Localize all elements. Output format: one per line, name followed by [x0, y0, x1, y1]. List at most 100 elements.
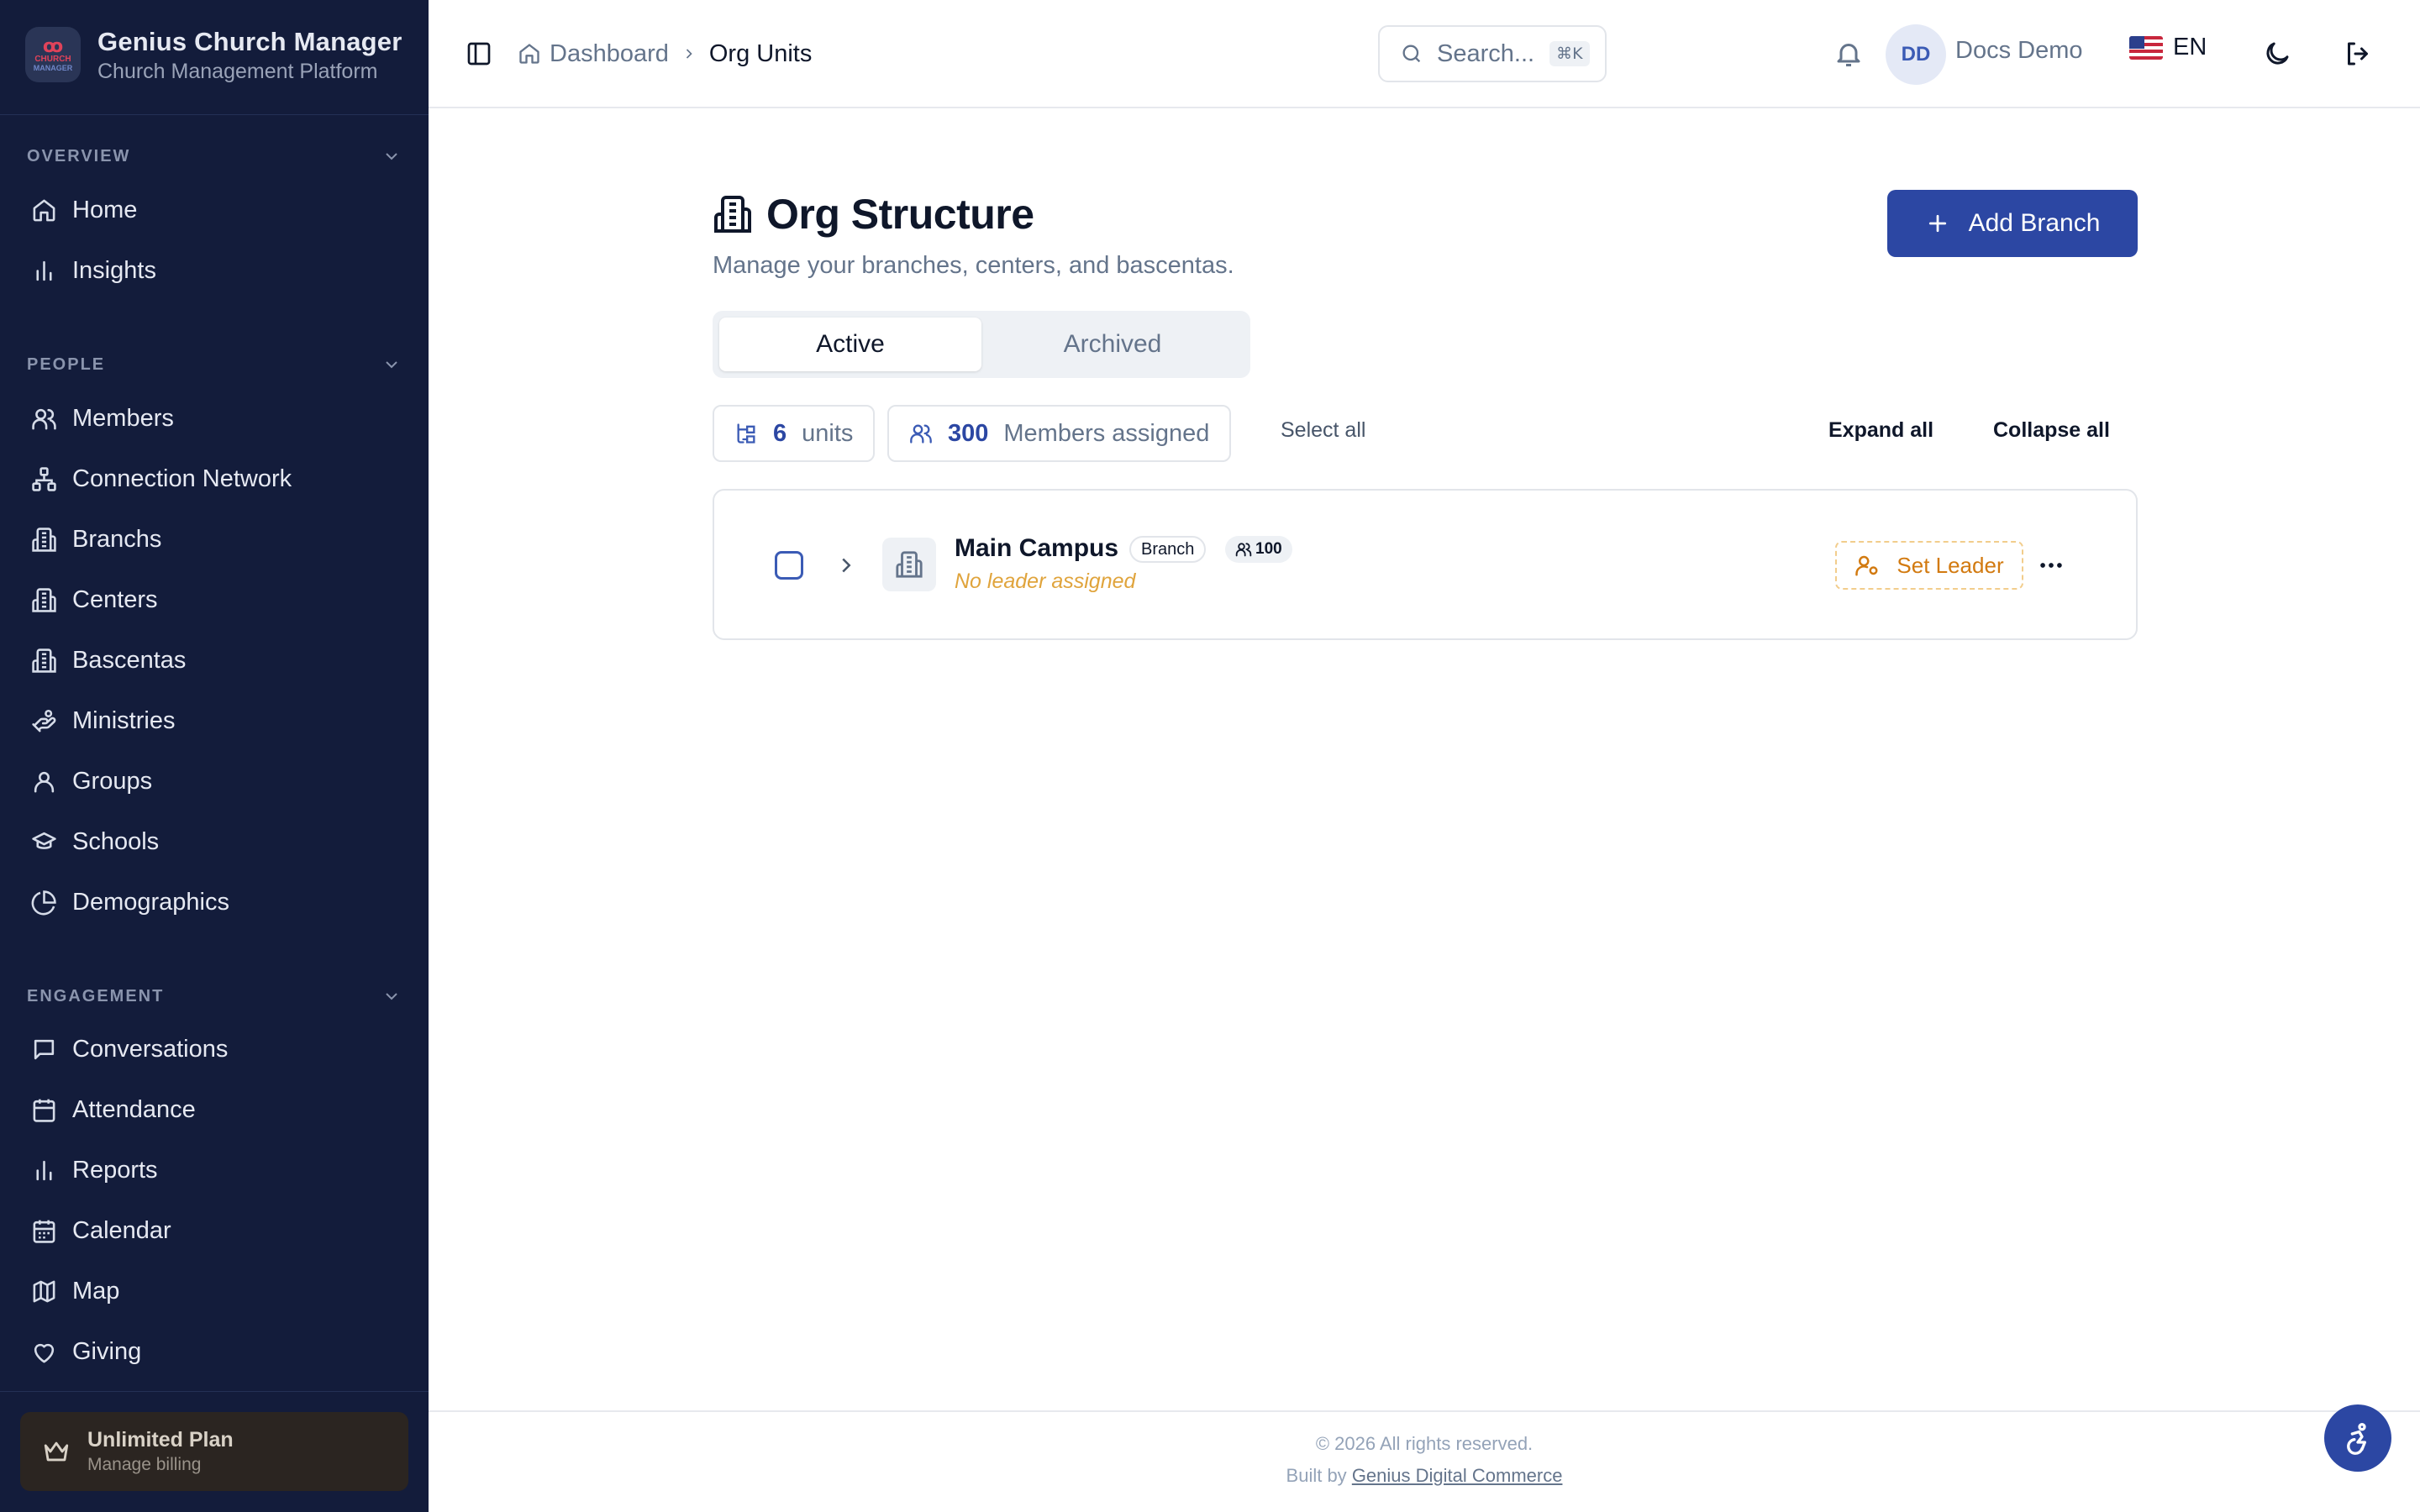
sidebar-item-label: Ministries — [72, 706, 176, 734]
sidebar-item-label: Schools — [72, 827, 160, 855]
sidebar-item-label: Map — [72, 1277, 120, 1305]
sidebar-item-label: Attendance — [72, 1095, 196, 1123]
sidebar-item-reports[interactable]: Reports — [30, 1147, 400, 1194]
avatar[interactable]: DD — [1886, 24, 1946, 85]
hand-icon — [31, 709, 55, 732]
map-icon — [33, 1280, 55, 1302]
copyright-text: © 2026 All rights reserved. — [1315, 1433, 1534, 1454]
sidebar-item-label: Giving — [72, 1337, 142, 1365]
sidebar-item-label: Connection Network — [72, 465, 292, 492]
app-logo: ꝏ CHURCH MANAGER — [25, 27, 81, 82]
language-selector[interactable]: EN — [2129, 34, 2207, 61]
building-icon — [31, 527, 56, 552]
section-header-engagement[interactable]: ENGAGEMENT — [27, 986, 402, 1006]
user-name[interactable]: Docs Demo — [1955, 37, 2083, 65]
pie-chart-icon — [31, 890, 56, 915]
unit-type-badge: Branch — [1129, 536, 1207, 563]
breadcrumb-dashboard[interactable]: Dashboard — [550, 40, 669, 68]
message-icon — [34, 1039, 54, 1059]
calendar-icon — [33, 1220, 55, 1243]
sidebar-item-label: Reports — [72, 1156, 158, 1184]
expand-all-button[interactable]: Expand all — [1828, 418, 1933, 443]
chevron-right-icon[interactable] — [834, 553, 859, 578]
home-icon[interactable] — [518, 42, 541, 66]
sidebar-item-label: Home — [72, 196, 138, 223]
sidebar-item-centers[interactable]: Centers — [30, 576, 400, 623]
page-description: Manage your branches, centers, and basce… — [713, 252, 1234, 279]
sidebar-item-conversations[interactable]: Conversations — [30, 1026, 400, 1073]
units-count: 6 — [773, 419, 787, 447]
home-icon — [33, 199, 55, 221]
more-options-icon[interactable] — [2037, 551, 2065, 580]
sidebar-item-connection-network[interactable]: Connection Network — [30, 455, 400, 502]
sidebar-toggle-icon[interactable] — [466, 40, 492, 67]
leader-status: No leader assigned — [955, 570, 1136, 593]
building-icon — [31, 587, 56, 612]
plus-icon — [1928, 214, 1946, 233]
bell-icon[interactable] — [1833, 39, 1864, 69]
sidebar-item-groups[interactable]: Groups — [30, 758, 400, 805]
company-link[interactable]: Genius Digital Commerce — [1352, 1465, 1563, 1486]
heart-icon — [34, 1343, 54, 1362]
sidebar-item-ministries[interactable]: Ministries — [30, 697, 400, 744]
bar-chart-icon — [35, 260, 52, 281]
sidebar-item-branchs[interactable]: Branchs — [30, 516, 400, 563]
members-assigned-chip: 300 Members assigned — [887, 405, 1232, 462]
plan-title: Unlimited Plan — [87, 1428, 234, 1452]
chevron-down-icon — [386, 993, 397, 1000]
building-icon — [31, 648, 56, 673]
sidebar-item-attendance[interactable]: Attendance — [30, 1086, 400, 1133]
units-count-chip: 6 units — [713, 405, 876, 462]
users-icon — [31, 408, 56, 429]
users-icon — [910, 424, 932, 444]
accessibility-button[interactable] — [2324, 1404, 2391, 1472]
manage-billing-link[interactable]: Manage billing — [87, 1453, 234, 1477]
sidebar: ꝏ CHURCH MANAGER Genius Church Manager C… — [0, 0, 429, 1512]
bar-chart-icon — [35, 1160, 52, 1180]
unit-checkbox[interactable] — [775, 551, 803, 580]
chevron-down-icon — [386, 361, 397, 369]
sidebar-item-bascentas[interactable]: Bascentas — [30, 637, 400, 684]
select-all-button[interactable]: Select all — [1281, 418, 1365, 443]
app-subtitle: Church Management Platform — [97, 60, 378, 83]
collapse-all-button[interactable]: Collapse all — [1993, 418, 2110, 443]
tab-active[interactable]: Active — [719, 318, 981, 371]
divider — [0, 1391, 429, 1392]
section-header-overview[interactable]: OVERVIEW — [27, 146, 402, 166]
set-leader-button[interactable]: Set Leader — [1835, 541, 2023, 590]
tree-icon — [737, 423, 755, 444]
brand[interactable]: ꝏ CHURCH MANAGER Genius Church Manager C… — [25, 25, 402, 84]
members-count: 300 — [948, 419, 989, 447]
plan-card[interactable]: Unlimited Plan Manage billing — [20, 1412, 408, 1491]
sidebar-item-label: Demographics — [72, 888, 229, 916]
sidebar-item-demographics[interactable]: Demographics — [30, 879, 400, 926]
unit-name[interactable]: Main Campus — [955, 534, 1118, 563]
add-branch-button[interactable]: Add Branch — [1887, 190, 2138, 257]
building-icon — [896, 551, 923, 578]
moon-icon[interactable] — [2262, 39, 2292, 69]
footer-divider — [429, 1410, 2420, 1412]
graduation-cap-icon — [31, 832, 56, 849]
breadcrumb-current: Org Units — [708, 39, 813, 67]
tab-archived[interactable]: Archived — [981, 318, 1244, 371]
sidebar-item-label: Insights — [72, 256, 156, 284]
sidebar-item-label: Branchs — [72, 525, 162, 553]
sidebar-item-schools[interactable]: Schools — [30, 818, 400, 865]
status-tabs: Active Archived — [713, 311, 1250, 378]
app-name: Genius Church Manager — [97, 27, 402, 56]
search-input[interactable]: Search... ⌘K — [1378, 25, 1607, 82]
breadcrumb: Dashboard Org Units — [518, 34, 812, 74]
user-cog-icon — [1855, 555, 1878, 576]
sidebar-item-label: Centers — [72, 585, 158, 613]
sidebar-item-members[interactable]: Members — [30, 395, 400, 442]
sidebar-item-map[interactable]: Map — [30, 1268, 400, 1315]
sidebar-item-label: Members — [72, 404, 174, 432]
logout-icon[interactable] — [2343, 39, 2373, 69]
sidebar-item-home[interactable]: Home — [30, 186, 400, 234]
sidebar-item-insights[interactable]: Insights — [30, 247, 400, 294]
sidebar-item-giving[interactable]: Giving — [30, 1328, 400, 1375]
calendar-check-icon — [33, 1099, 55, 1122]
section-header-people[interactable]: PEOPLE — [27, 354, 402, 375]
sidebar-item-calendar[interactable]: Calendar — [30, 1207, 400, 1254]
users-icon — [34, 771, 54, 792]
